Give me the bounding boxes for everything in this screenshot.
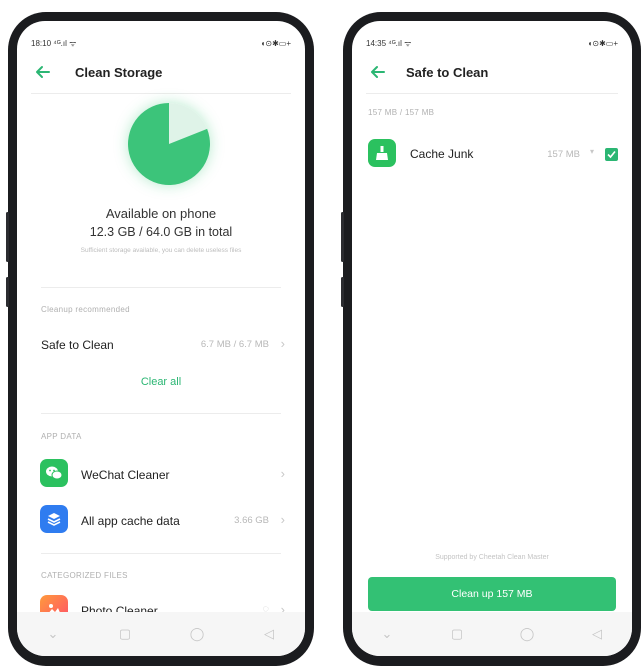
safe-to-clean-value: 6.7 MB / 6.7 MB: [200, 339, 269, 350]
all-app-cache-value: 3.66 GB: [234, 515, 269, 526]
status-time: 14:35: [366, 38, 387, 48]
storage-amount: 12.3 GB / 64.0 GB in total: [89, 225, 233, 239]
battery-icon: ◖⊙✱▭+: [260, 38, 291, 48]
back-nav-button[interactable]: ◁: [582, 626, 612, 642]
back-arrow-icon[interactable]: [369, 63, 389, 83]
supported-by-note: Supported by Cheetah Clean Master: [435, 554, 549, 561]
signal-icon: ⁴ᴳ.ıl ᯤ: [53, 38, 77, 48]
chevron-down-icon[interactable]: ▾: [590, 147, 594, 156]
cache-junk-label: Cache Junk: [410, 147, 474, 161]
screen-safe-to-clean: 14:35 ⁴ᴳ.ıl ᯤ ◖⊙✱▭+ Safe to Clean 157 MB…: [352, 21, 632, 656]
clear-all-button[interactable]: Clear all: [17, 376, 305, 388]
divider: [41, 553, 281, 554]
phone-left: 18:10 ⁴ᴳ.ıl ᯤ ◖⊙✱▭+ Clean Storage Availa…: [6, 12, 314, 666]
divider: [41, 413, 281, 414]
clean-up-button[interactable]: Clean up 157 MB: [368, 577, 616, 611]
storage-heading: Available on phone: [105, 206, 217, 221]
broom-icon: [368, 139, 396, 167]
screen-clean-storage: 18:10 ⁴ᴳ.ıl ᯤ ◖⊙✱▭+ Clean Storage Availa…: [17, 21, 305, 656]
divider: [366, 93, 618, 94]
cache-junk-row[interactable]: Cache Junk 157 MB ▾: [352, 131, 632, 175]
status-time: 18:10: [31, 38, 52, 48]
safe-to-clean-label: Safe to Clean: [41, 338, 114, 352]
wechat-cleaner-label: WeChat Cleaner: [81, 468, 170, 482]
section-categorized-files: CATEGORIZED FILES: [41, 571, 128, 580]
navigation-bar: ⌄ ▢ ◯ ◁: [17, 612, 305, 656]
status-bar: 18:10 ⁴ᴳ.ıl ᯤ ◖⊙✱▭+: [31, 35, 291, 51]
recents-nav-button[interactable]: ▢: [110, 626, 140, 642]
menu-nav-button[interactable]: ⌄: [38, 626, 68, 642]
section-app-data: APP DATA: [41, 432, 82, 441]
back-arrow-icon[interactable]: [34, 63, 54, 83]
battery-icon: ◖⊙✱▭+: [587, 38, 618, 48]
divider: [31, 93, 291, 94]
storage-note: Sufficient storage available, you can de…: [80, 247, 242, 254]
volume-button: [6, 212, 9, 262]
section-cleanup-recommended: Cleanup recommended: [41, 305, 130, 314]
wechat-icon: [40, 459, 68, 487]
cache-junk-checkbox[interactable]: [605, 148, 618, 161]
page-title: Clean Storage: [75, 65, 163, 80]
home-nav-button[interactable]: ◯: [512, 626, 542, 642]
all-app-cache-row[interactable]: All app cache data 3.66 GB ›: [17, 499, 305, 539]
chevron-right-icon: ›: [280, 512, 285, 527]
status-bar: 14:35 ⁴ᴳ.ıl ᯤ ◖⊙✱▭+: [366, 35, 618, 51]
divider: [41, 287, 281, 288]
layers-icon: [40, 505, 68, 533]
side-button: [6, 277, 9, 307]
all-app-cache-label: All app cache data: [81, 514, 180, 528]
home-nav-button[interactable]: ◯: [182, 626, 212, 642]
safe-to-clean-row[interactable]: Safe to Clean 6.7 MB / 6.7 MB ›: [17, 326, 305, 366]
chevron-right-icon: ›: [280, 466, 285, 481]
menu-nav-button[interactable]: ⌄: [372, 626, 402, 642]
storage-pie-chart: [128, 103, 210, 185]
app-bar: Clean Storage: [17, 57, 305, 89]
app-bar: Safe to Clean: [352, 57, 632, 89]
wechat-cleaner-row[interactable]: WeChat Cleaner ›: [17, 453, 305, 493]
phone-right: 14:35 ⁴ᴳ.ıl ᯤ ◖⊙✱▭+ Safe to Clean 157 MB…: [341, 12, 641, 666]
summary-size: 157 MB / 157 MB: [368, 108, 435, 117]
page-title: Safe to Clean: [406, 65, 489, 80]
signal-icon: ⁴ᴳ.ıl ᯤ: [388, 38, 412, 48]
cache-junk-size: 157 MB: [547, 149, 580, 160]
recents-nav-button[interactable]: ▢: [442, 626, 472, 642]
check-icon: [607, 150, 616, 159]
navigation-bar: ⌄ ▢ ◯ ◁: [352, 612, 632, 656]
back-nav-button[interactable]: ◁: [254, 626, 284, 642]
chevron-right-icon: ›: [280, 336, 285, 351]
volume-button: [341, 212, 344, 262]
side-button: [341, 277, 344, 307]
